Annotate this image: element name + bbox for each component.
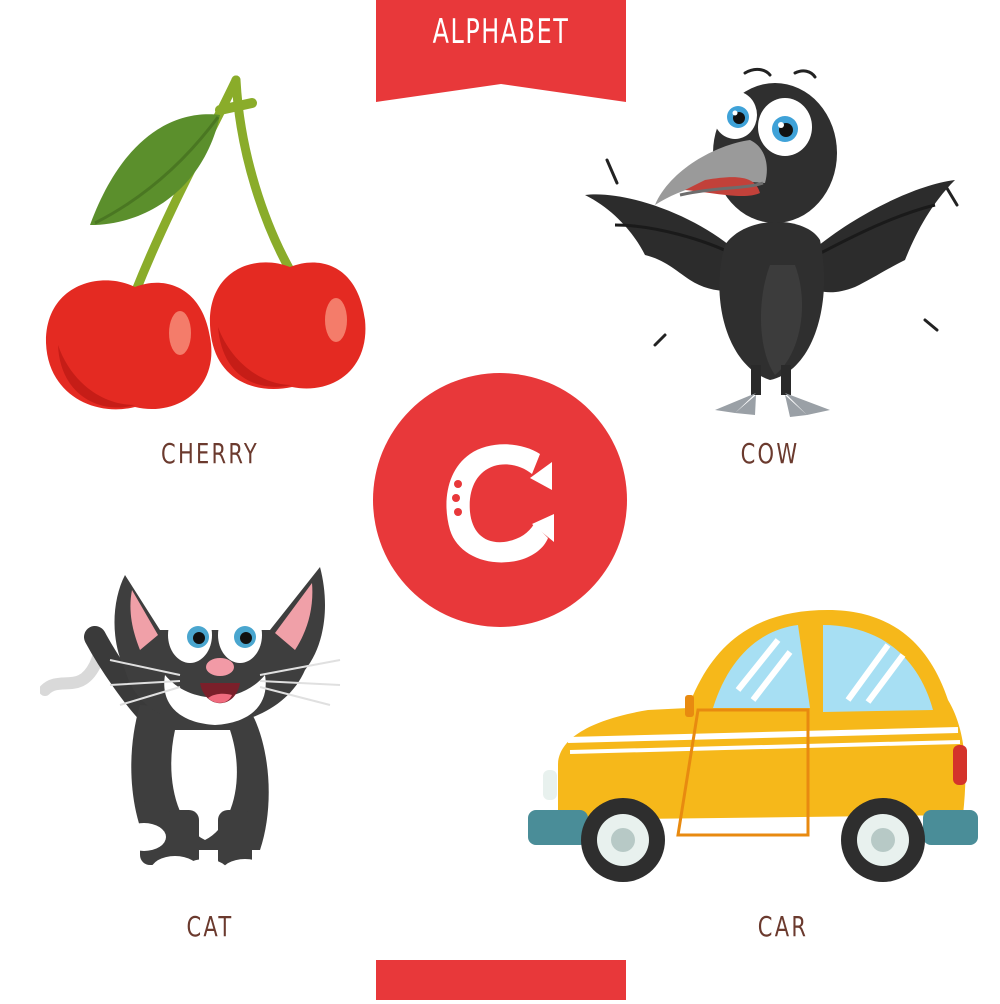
letter-badge: C <box>372 372 628 628</box>
footer-bar <box>376 960 626 1000</box>
letter-c-graphic <box>373 373 627 627</box>
cherry-card: CHERRY <box>40 75 380 475</box>
crow-card: COW <box>585 65 965 475</box>
cherry-icon <box>45 75 366 410</box>
page-title: ALPHABET <box>432 12 570 52</box>
footer-bar-shape <box>376 960 626 1000</box>
car-icon <box>528 610 978 882</box>
cat-icon <box>39 567 341 887</box>
item-label-cat: CAT <box>186 910 234 943</box>
cat-card: CAT <box>39 555 370 955</box>
crow-icon <box>585 67 959 417</box>
item-label-cherry: CHERRY <box>161 437 259 470</box>
item-label-car: CAR <box>757 910 809 943</box>
car-card: CAR <box>528 600 978 955</box>
item-label-cow: COW <box>740 437 800 470</box>
